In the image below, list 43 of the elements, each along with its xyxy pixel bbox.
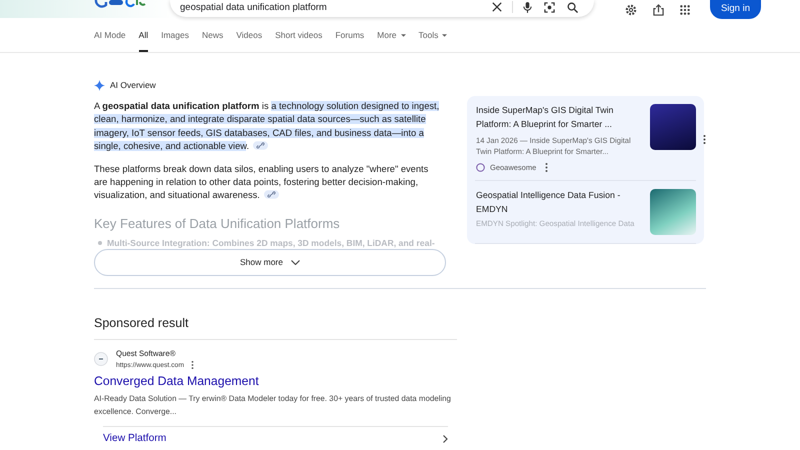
more-options-icon[interactable] bbox=[703, 135, 706, 144]
sparkle-icon bbox=[94, 80, 105, 91]
link-icon[interactable] bbox=[264, 190, 279, 200]
share-icon[interactable] bbox=[652, 4, 664, 16]
thumbnail-image bbox=[650, 104, 696, 150]
section-heading: Sponsored result bbox=[94, 316, 457, 340]
search-tab[interactable]: Tools bbox=[418, 18, 448, 52]
section-heading: Key Features of Data Unification Platforms bbox=[94, 216, 341, 232]
apps-grid-icon[interactable] bbox=[680, 4, 690, 14]
faded-bullet-text: Multi-Source Integration: Combines 2D maps, 3D models, BIM, LiDAR, and real- bbox=[107, 238, 435, 249]
ai-overview-label: AI Overview bbox=[110, 80, 156, 91]
search-tab[interactable]: News bbox=[202, 18, 224, 52]
chevron-down-icon bbox=[291, 260, 300, 265]
settings-icon[interactable] bbox=[624, 4, 637, 16]
overview-paragraph: A geospatial data unification platform is a technology solution designed to ingest, clean, harmonize, and integrate disparate spatial data sources—such as satellite imagery, IoT sensor feeds, GIS databases, CAD files, and business data—into a single, cohesive, and actionable view. bbox=[94, 100, 440, 154]
search-tab[interactable]: AI Mode bbox=[94, 18, 126, 52]
thumbnail-image bbox=[650, 189, 696, 235]
logo-drawing[interactable] bbox=[94, 0, 146, 8]
search-tab[interactable]: Images bbox=[161, 18, 189, 52]
sign-in-button[interactable]: Sign in bbox=[710, 0, 761, 19]
search-tab[interactable]: More bbox=[377, 18, 406, 52]
bullet-icon bbox=[98, 241, 102, 246]
microphone-icon[interactable] bbox=[523, 2, 532, 12]
search-field[interactable]: geospatial data unification platform bbox=[170, 0, 594, 17]
site-icon bbox=[476, 163, 485, 172]
more-options-icon[interactable] bbox=[545, 163, 548, 172]
camera-icon[interactable] bbox=[544, 2, 555, 12]
close-icon[interactable] bbox=[492, 2, 502, 12]
overview-paragraph: These platforms break down data silos, enabling users to analyze "where" events are happening in relation to other data points, fostering better decision-making, visualization, and situational awareness. bbox=[94, 162, 430, 202]
search-tab[interactable]: Short videos bbox=[275, 18, 322, 52]
advertiser-icon bbox=[94, 352, 108, 366]
search-tab[interactable]: Forums bbox=[335, 18, 364, 52]
ad-title-link[interactable]: Converged Data Management bbox=[94, 374, 457, 389]
search-icon[interactable] bbox=[567, 2, 578, 12]
source-title[interactable]: Inside SuperMap's GIS Digital Twin Platform: A Blueprint for Smarter ... bbox=[476, 104, 638, 131]
search-tab[interactable]: Videos bbox=[236, 18, 262, 52]
more-options-icon[interactable] bbox=[191, 361, 194, 370]
chevron-right-icon bbox=[443, 434, 448, 443]
sitelink[interactable]: View Platform bbox=[103, 426, 448, 445]
source-title[interactable]: Geospatial Intelligence Data Fusion - EMDYN bbox=[476, 189, 638, 216]
show-more-button[interactable]: Show more bbox=[94, 248, 446, 276]
link-icon[interactable] bbox=[253, 141, 268, 150]
search-tab[interactable]: All bbox=[138, 18, 148, 52]
